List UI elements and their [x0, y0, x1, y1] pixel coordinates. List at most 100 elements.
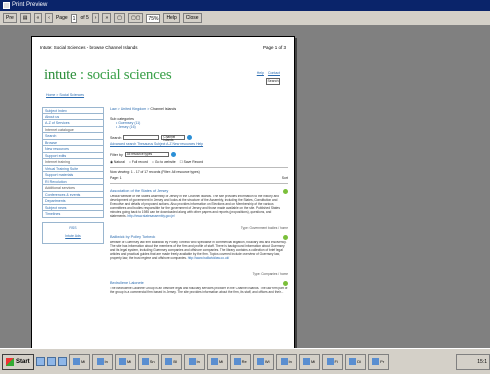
filter-row: Filter by All resource types [110, 152, 288, 157]
crumb-link[interactable]: United Kingdom [121, 107, 147, 111]
page-number-input[interactable]: 1 [70, 13, 78, 23]
taskbar-button[interactable]: Mi [68, 353, 90, 370]
contact-link[interactable]: Contact [268, 71, 280, 75]
taskbar-button[interactable]: Re [229, 353, 251, 370]
sidebar-box-link[interactable]: Intute Ads [43, 234, 103, 238]
record-url[interactable]: http://www.bailiwicklaw.co.uk/ [188, 256, 229, 260]
app-icon [326, 358, 334, 365]
advanced-links[interactable]: Advanced search Thesaurus Subject A-Z Ne… [110, 142, 288, 146]
resource-type-icon [283, 189, 288, 194]
print-header-page: Page 1 of 3 [262, 45, 286, 50]
site-search-button[interactable]: Search [266, 78, 280, 85]
app-icon [303, 358, 311, 365]
filter-go-icon[interactable] [170, 152, 176, 157]
record-title-link[interactable]: Bailiwick by Polley Torbeck [110, 235, 155, 240]
record-title-link[interactable]: Association of the States of Jersey [110, 189, 168, 194]
taskbar-button[interactable]: In [91, 353, 113, 370]
subcategory-list: • Guernsey (11) • Jersey (16) [116, 121, 288, 129]
filter-select[interactable]: All resource types [124, 152, 169, 157]
record-title-link[interactable]: Bedrullene Lalonete [110, 281, 144, 286]
taskbar-button[interactable]: Mi [206, 353, 228, 370]
taskbar-button[interactable]: Pr [367, 353, 389, 370]
window-icon [3, 2, 10, 9]
app-icon [188, 358, 196, 365]
resource-type-icon [283, 281, 288, 286]
breadcrumb: Law > United Kingdom > Channel Islands [110, 107, 177, 111]
radio-option[interactable]: ◉ Natural [110, 160, 125, 164]
radio-option[interactable]: ○ Go to website [152, 160, 176, 164]
sidebar: Subject Index About us A-Z of Services I… [42, 107, 104, 244]
system-tray-clock[interactable]: 15:1 [456, 353, 490, 370]
first-page-button[interactable]: « [33, 13, 43, 23]
app-icon [233, 358, 241, 365]
checkbox-option[interactable]: ☐ Save Record [180, 160, 204, 164]
record-url[interactable]: http://www.statesassembly.gov.je/ [127, 214, 174, 218]
site-logo: intute : social sciences [44, 67, 172, 83]
quick-launch-icon[interactable] [35, 357, 45, 366]
windows-taskbar: Start Mi In Mi Sn Bl In Mi Re Wi In Mi F… [0, 348, 490, 374]
record-title-row: Bedrullene Lalonete [110, 281, 288, 286]
page-setup-icon[interactable]: ▤ [19, 13, 31, 23]
app-icon [96, 358, 104, 365]
view-multi-page-icon[interactable]: ▢▢ [127, 13, 144, 23]
rss-label: RSS [69, 225, 77, 230]
start-button[interactable]: Start [2, 353, 34, 370]
close-button[interactable]: Close [182, 13, 202, 23]
record-description: website of Guernsey law firm Bailiwick b… [110, 241, 287, 260]
top-links: Help Contact [257, 71, 280, 75]
sidebar-item[interactable]: Timelines [42, 211, 104, 218]
resource-type-icon [283, 235, 288, 240]
search-go-icon[interactable] [187, 135, 193, 140]
taskbar-button[interactable]: Fi [321, 353, 343, 370]
app-icon [211, 358, 219, 365]
help-button[interactable]: Help [163, 13, 180, 23]
record-title-row: Bailiwick by Polley Torbeck [110, 235, 288, 240]
app-icon [141, 358, 149, 365]
last-page-button[interactable]: » [102, 13, 112, 23]
print-header-title: Intute: Social Sciences - browse Channel… [40, 45, 138, 50]
taskbar-button[interactable]: Mi [114, 353, 136, 370]
breadcrumb-top[interactable]: Home > Social Sciences [46, 93, 84, 97]
print-menu-button[interactable]: Pre [3, 13, 17, 23]
results-summary: Now viewing: 1 - 17 of 17 records (Filte… [110, 170, 200, 174]
app-icon [119, 358, 127, 365]
main-content: Law > United Kingdom > Channel Islands S… [110, 107, 288, 313]
quick-launch-icon[interactable] [46, 357, 56, 366]
preview-area: Intute: Social Sciences - browse Channel… [0, 26, 490, 366]
window-title: Print Preview [12, 2, 48, 8]
taskbar-button[interactable]: Sn [137, 353, 159, 370]
record-type: Type: Companies / home [252, 272, 288, 276]
filter-label: Filter by [110, 152, 123, 157]
app-icon [73, 358, 81, 365]
windows-logo-icon [6, 357, 14, 366]
app-icon [165, 358, 173, 365]
zoom-select[interactable]: 75% [146, 13, 161, 23]
search-row: Search Channel Islands [110, 135, 288, 142]
help-link[interactable]: Help [257, 71, 264, 75]
record-description: The Bedrullene Lalonete Group is an offs… [110, 287, 288, 294]
taskbar-button[interactable]: Di [344, 353, 366, 370]
taskbar-button[interactable]: Wi [252, 353, 274, 370]
sort-link[interactable]: Sort [282, 176, 288, 180]
record-item: Bailiwick by Polley Torbeck website of G… [110, 235, 288, 276]
app-icon [280, 358, 288, 365]
next-page-button[interactable]: › [91, 13, 100, 23]
record-item: Bedrullene Lalonete The Bedrullene Lalon… [110, 281, 288, 313]
view-single-page-icon[interactable]: ▢ [114, 13, 125, 23]
crumb-link[interactable]: Law [110, 107, 117, 111]
taskbar-button[interactable]: In [183, 353, 205, 370]
taskbar-button[interactable]: In [275, 353, 297, 370]
prev-page-button[interactable]: ‹ [45, 13, 53, 23]
page-indicator: Page: 1 [110, 176, 122, 180]
quick-launch-icon[interactable] [57, 357, 67, 366]
taskbar-button[interactable]: Bl [160, 353, 182, 370]
taskbar-button[interactable]: Mi [298, 353, 320, 370]
crumb-current: Channel Islands [150, 107, 177, 111]
subcategory-link[interactable]: • Jersey (16) [116, 125, 288, 129]
view-options: ◉ Natural ○ Full record ○ Go to website … [110, 160, 288, 164]
print-header: Intute: Social Sciences - browse Channel… [40, 45, 286, 50]
search-input[interactable] [123, 135, 160, 140]
radio-option[interactable]: ○ Full record [129, 160, 148, 164]
app-icon [372, 358, 380, 365]
search-scope-select[interactable]: Channel Islands [161, 135, 186, 142]
